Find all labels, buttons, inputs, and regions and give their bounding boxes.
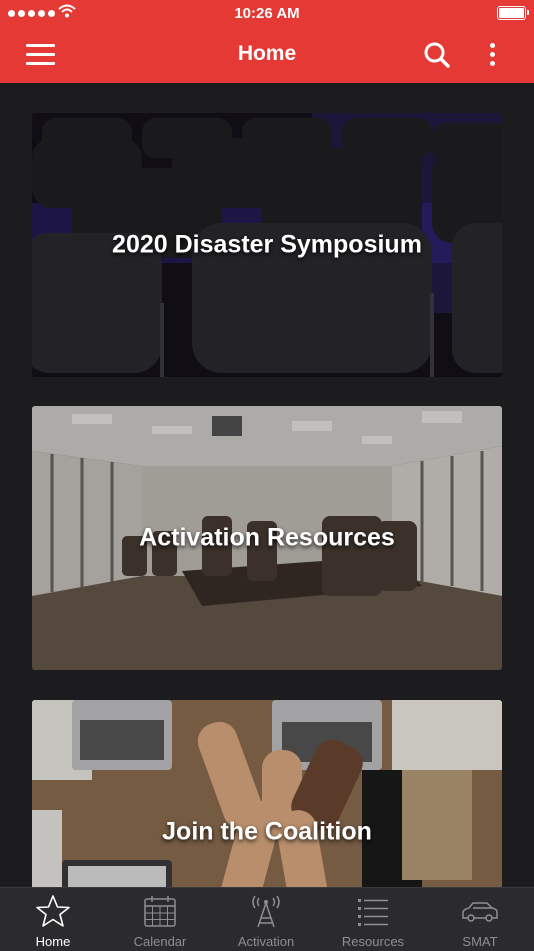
car-icon [462,902,498,922]
tab-label: Calendar [133,934,187,949]
tab-home[interactable]: Home [0,888,106,951]
team-hands-desk-image [32,700,502,887]
tab-smat[interactable]: SMAT [427,888,533,951]
tab-label: Activation [237,934,295,949]
more-options-button[interactable] [484,40,502,70]
status-time: 10:26 AM [234,5,300,22]
list-icon [358,899,388,926]
star-icon [36,895,70,927]
tab-label: SMAT [462,934,498,949]
tab-activation[interactable]: Activation [213,888,319,951]
tab-resources[interactable]: Resources [320,888,426,951]
card-join-coalition[interactable]: Join the Coalition [32,700,502,887]
tab-calendar[interactable]: Calendar [107,888,213,951]
status-bar: 10:26 AM [0,0,534,28]
card-list: 2020 Disaster Symposium Activation Resou… [0,83,534,887]
battery-icon [497,6,529,20]
app-header: 10:26 AM Home [0,0,534,83]
card-activation-resources[interactable]: Activation Resources [32,406,502,670]
card-title: Join the Coalition [162,817,372,846]
card-disaster-symposium[interactable]: 2020 Disaster Symposium [32,113,502,377]
search-icon[interactable] [422,40,452,70]
card-title: 2020 Disaster Symposium [112,230,422,259]
tab-label: Resources [341,934,405,949]
tab-bar: Home Calendar Activation Resources SMAT [0,887,534,951]
radio-tower-icon [252,895,280,928]
calendar-icon [144,896,176,927]
card-title: Activation Resources [139,523,395,552]
page-title: Home [237,42,297,65]
tab-label: Home [35,934,71,949]
